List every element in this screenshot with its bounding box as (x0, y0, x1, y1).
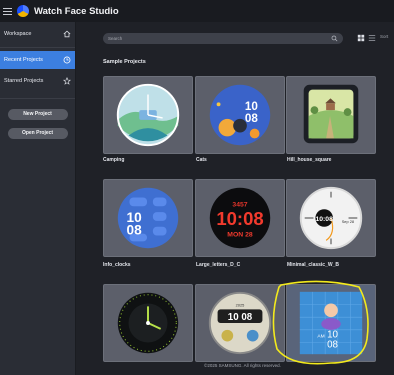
sort-button[interactable]: Sort (380, 34, 388, 39)
project-name: Hill_house_square (287, 157, 332, 163)
highlight-annotation (272, 280, 369, 365)
info-clocks-watch-preview: 10 08 (117, 187, 179, 249)
minimal-classic-watch-preview: 10:08 Sep 28 (299, 186, 363, 250)
project-name: Camping (103, 157, 125, 163)
grid-view-icon[interactable] (357, 34, 365, 42)
project-card-hill-house-square[interactable] (286, 76, 376, 154)
sidebar: Workspace Recent Projects Starred Projec… (0, 22, 76, 375)
watch-time: 10:08 (216, 208, 263, 229)
title-bar: Watch Face Studio (0, 0, 394, 22)
star-icon (63, 77, 71, 85)
search-input[interactable] (108, 36, 318, 41)
section-title: Sample Projects (103, 59, 146, 65)
menu-icon[interactable] (3, 7, 12, 15)
project-card-camping[interactable] (103, 76, 193, 154)
watch-year: 2025 (236, 302, 245, 307)
sidebar-item-label: Recent Projects (4, 57, 43, 63)
app-title: Watch Face Studio (34, 5, 119, 17)
watch-time: 10 08 (228, 312, 253, 323)
search-icon[interactable] (331, 35, 338, 42)
watch-date: Sep 28 (342, 219, 354, 224)
camping-watch-preview (116, 83, 180, 147)
cats-watch-preview: 10 08 (209, 84, 271, 146)
watch-time-minutes: 08 (127, 223, 143, 238)
hill-house-watch-preview (303, 84, 359, 144)
divider (0, 98, 75, 99)
project-name: Cats (196, 157, 207, 163)
sidebar-item-label: Workspace (4, 31, 32, 37)
list-view-icon[interactable] (368, 34, 376, 42)
project-card-large-letters[interactable]: 3457 10:08 MON 28 (195, 179, 285, 257)
project-name: Large_letters_D_C (196, 262, 241, 268)
project-card-analog-black[interactable] (103, 284, 193, 362)
watch-time: 10:08 (315, 216, 333, 223)
sidebar-item-recent-projects[interactable]: Recent Projects (0, 51, 75, 69)
large-letters-watch-preview: 3457 10:08 MON 28 (209, 187, 271, 249)
sidebar-item-label: Starred Projects (4, 78, 44, 84)
search-bar[interactable] (103, 33, 343, 44)
new-project-button[interactable]: New Project (7, 109, 68, 120)
sidebar-item-starred-projects[interactable]: Starred Projects (0, 72, 75, 90)
app-logo (17, 5, 29, 17)
project-card-info-clocks[interactable]: 10 08 (103, 179, 193, 257)
watch-date: MON 28 (227, 232, 253, 239)
open-project-button[interactable]: Open Project (7, 128, 68, 139)
divider (0, 47, 75, 48)
analog-black-watch-preview (117, 292, 179, 354)
copyright-text: ©2025 SAMSUNG. All rights reserved. (204, 363, 281, 368)
clock-icon (63, 56, 71, 64)
project-card-minimal-classic[interactable]: 10:08 Sep 28 (286, 179, 376, 257)
project-card-cats[interactable]: 10 08 (195, 76, 285, 154)
watch-time-minutes: 08 (245, 112, 259, 125)
sidebar-item-workspace[interactable]: Workspace (0, 25, 75, 43)
home-icon (63, 30, 71, 38)
project-name: Minimal_classic_W_B (287, 262, 339, 268)
project-name: Info_clocks (103, 262, 131, 268)
